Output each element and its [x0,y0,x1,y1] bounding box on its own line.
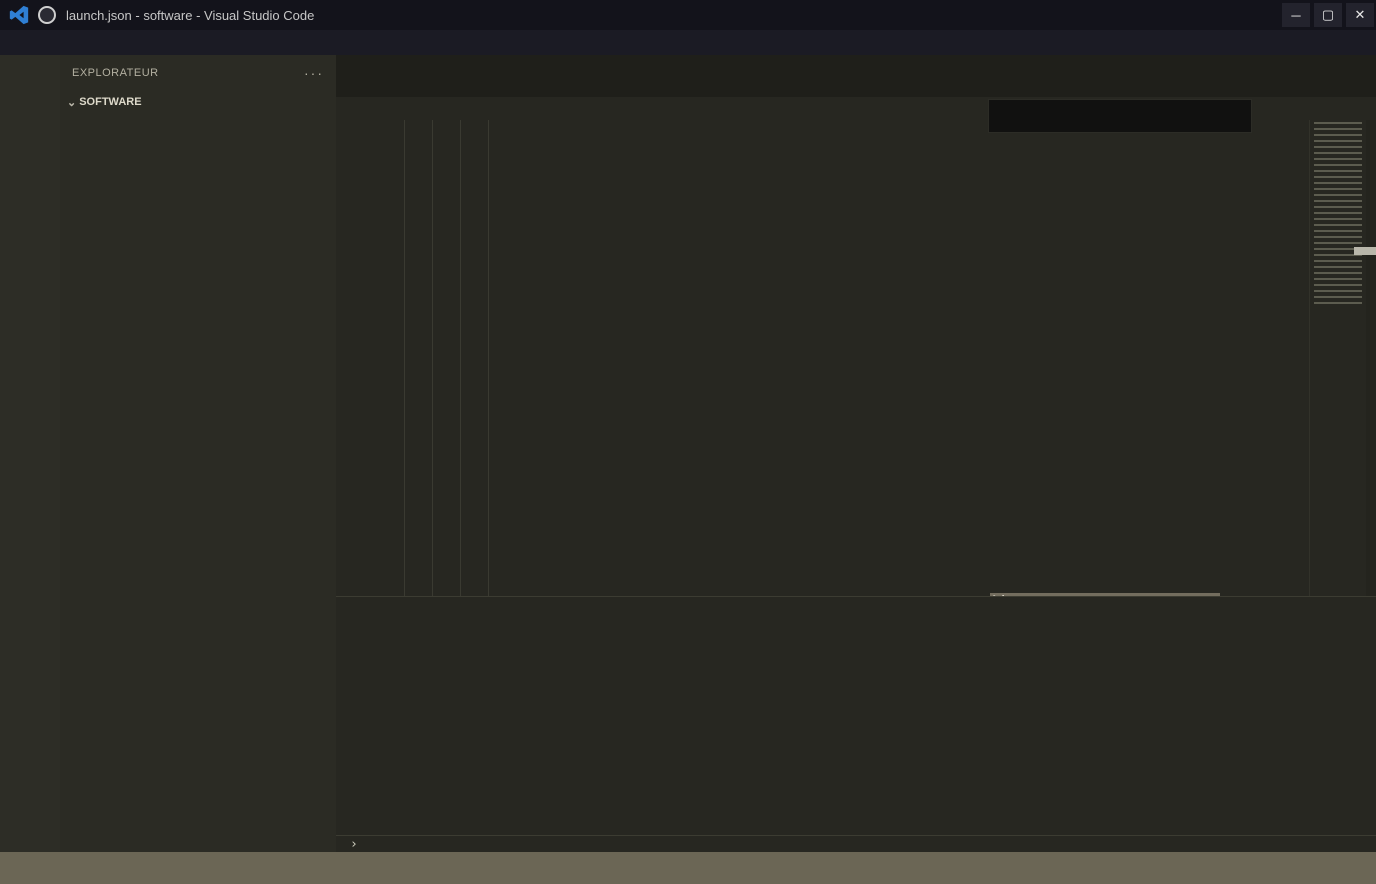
sidebar-header: EXPLORATEUR ··· [60,55,336,90]
workspace-name: SOFTWARE [79,96,141,108]
editor-area: Ajouter une configuration... › [336,55,1376,852]
sidebar-more-icon[interactable]: ··· [304,65,324,81]
close-button[interactable]: ✕ [1346,3,1374,27]
debug-console-output[interactable] [336,641,1376,835]
vscode-logo-icon [8,4,30,26]
code-editor[interactable]: Ajouter une configuration... [336,120,1376,596]
workspace-section[interactable]: ⌄ SOFTWARE [60,90,336,114]
chevron-down-icon: ⌄ [67,96,76,109]
menu-bar [0,30,1376,55]
panel-tabs [336,597,1376,632]
explorer-sidebar: EXPLORATEUR ··· ⌄ SOFTWARE [60,55,336,852]
minimap[interactable] [1309,120,1366,596]
window-controls: ─ ▢ ✕ [1280,0,1376,30]
bottom-panel: › [336,596,1376,853]
app-menu-icon[interactable] [38,6,56,24]
status-bar [0,852,1376,884]
debug-console-input[interactable]: › [336,835,1376,853]
window-title: launch.json - software - Visual Studio C… [66,8,314,23]
minimize-button[interactable]: ─ [1282,3,1310,27]
sidebar-title: EXPLORATEUR [72,67,159,79]
editor-scrollbar[interactable] [1366,120,1376,596]
vscode-window: launch.json - software - Visual Studio C… [0,0,1376,884]
title-bar: launch.json - software - Visual Studio C… [0,0,1376,30]
debug-toolbar [988,99,1252,133]
activity-bar [0,55,60,852]
tab-bar [336,55,1376,97]
maximize-button[interactable]: ▢ [1314,3,1342,27]
console-prompt: › [350,837,358,852]
